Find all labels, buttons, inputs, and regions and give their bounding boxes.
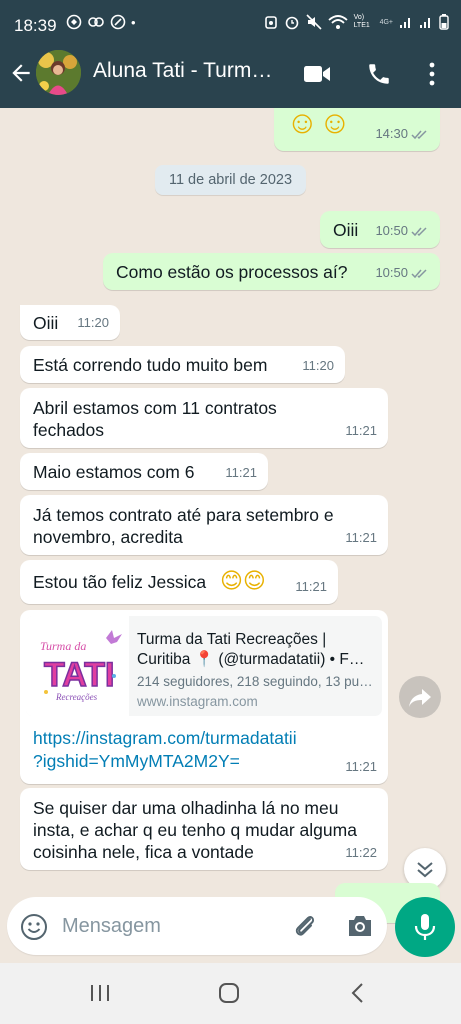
avatar-photo-icon — [36, 50, 81, 95]
time-text: 14:30 — [375, 126, 408, 141]
message-bubble-outgoing[interactable]: Como estão os processos aí? 10:50 — [103, 253, 440, 290]
message-bubble-incoming[interactable]: Está correndo tudo muito bem 11:20 — [20, 346, 345, 383]
read-ticks-icon — [411, 129, 427, 139]
microphone-icon — [414, 914, 436, 940]
app-notification-icon — [66, 14, 82, 30]
message-time: 11:21 — [345, 530, 377, 545]
back-arrow-icon[interactable] — [8, 60, 34, 86]
contact-avatar[interactable] — [36, 50, 81, 95]
more-options-icon[interactable] — [427, 61, 437, 87]
link-notification-icon — [88, 17, 104, 27]
message-bubble-incoming[interactable]: Já temos contrato até para setembro e no… — [20, 495, 388, 555]
status-notification-icons: • — [66, 14, 136, 30]
message-text-line: fechados — [33, 420, 105, 440]
message-text-line: Abril estamos com 11 contratos — [33, 398, 277, 418]
link-preview-title-line: Turma da Tati Recreações | — [137, 631, 327, 648]
signal-2-icon — [420, 18, 430, 28]
message-link-line[interactable]: https://instagram.com/turmadatatii — [33, 727, 297, 750]
camera-icon[interactable] — [346, 913, 374, 939]
message-time: 10:50 — [375, 220, 429, 242]
link-preview-thumbnail: Turma da TATI Recreações — [26, 616, 129, 716]
message-bubble-outgoing[interactable]: Oiii 10:50 — [320, 211, 440, 248]
message-text-line: novembro, acredita — [33, 527, 183, 547]
message-emoji: 😊😊 — [220, 568, 266, 593]
message-text: Oiii — [33, 313, 59, 333]
network-4g-label: 4G+ — [379, 18, 393, 26]
message-link[interactable]: https://instagram.com/turmadatatii ?igsh… — [33, 727, 297, 773]
mute-icon — [305, 14, 322, 30]
message-text: Está correndo tudo muito bem — [33, 355, 268, 375]
attach-icon[interactable] — [290, 911, 320, 941]
message-time: 11:21 — [295, 579, 327, 594]
back-nav-icon[interactable] — [350, 982, 366, 1004]
home-icon[interactable] — [218, 982, 240, 1004]
message-text-line: Se quiser dar uma olhadinha lá no meu — [33, 798, 339, 818]
network-label: Vo) LTE1 — [353, 14, 370, 29]
forward-icon — [409, 689, 431, 707]
recent-apps-icon[interactable] — [89, 983, 111, 1003]
forward-button[interactable] — [399, 676, 441, 718]
message-bubble-incoming[interactable]: Maio estamos com 6 11:21 — [20, 453, 268, 490]
message-text: Oiii — [333, 220, 359, 240]
chat-messages-area[interactable]: ☺☺ 14:30 11 de abril de 2023 Oiii 10:50 … — [0, 108, 461, 963]
message-text-line: Já temos contrato até para setembro e — [33, 505, 334, 525]
link-preview-title: Turma da Tati Recreações | Curitiba 📍 (@… — [137, 630, 377, 670]
wifi-icon — [327, 15, 348, 29]
message-input-bar[interactable]: Mensagem — [7, 897, 387, 955]
battery-icon — [439, 14, 449, 30]
link-message-bubble[interactable]: Turma da TATI Recreações Turma da Tati R… — [20, 610, 388, 784]
turma-tati-logo: Turma da TATI Recreações — [26, 616, 129, 716]
status-dot: • — [131, 14, 136, 30]
link-preview-title-line: Curitiba 📍 (@turmadatatii) • F… — [137, 651, 365, 668]
link-preview-card[interactable]: Turma da TATI Recreações Turma da Tati R… — [26, 616, 382, 716]
whatsapp-notification-icon — [110, 14, 126, 30]
system-navigation-bar — [0, 963, 461, 1024]
message-bubble-incoming[interactable]: Oiii 11:20 — [20, 305, 120, 340]
video-call-icon[interactable] — [303, 64, 331, 84]
chat-title[interactable]: Aluna Tati - Turm… — [93, 59, 272, 83]
read-ticks-icon — [411, 268, 427, 278]
status-system-icons: Vo) LTE1 4G+ — [264, 14, 449, 30]
message-input[interactable]: Mensagem — [62, 915, 161, 938]
message-bubble-incoming[interactable]: Abril estamos com 11 contratos fechados … — [20, 388, 388, 448]
emoji-icon[interactable] — [20, 913, 48, 941]
alarm-icon — [264, 16, 277, 29]
message-time: 11:20 — [302, 358, 334, 373]
message-time: 11:21 — [345, 759, 377, 774]
link-preview-domain: www.instagram.com — [137, 694, 258, 709]
signal-icon — [400, 18, 410, 28]
time-text: 10:50 — [375, 265, 408, 280]
status-time: 18:39 — [14, 16, 57, 35]
logo-text-bottom: Recreações — [55, 692, 98, 702]
logo-text-main: TATI — [44, 656, 115, 694]
message-text-line: insta, e achar q eu tenho q mudar alguma — [33, 820, 357, 840]
message-bubble-outgoing[interactable]: ☺☺ 14:30 — [274, 108, 440, 151]
message-time: 11:22 — [345, 845, 377, 860]
time-text: 10:50 — [375, 223, 408, 238]
alarm-clock-icon — [285, 16, 298, 30]
message-emoji: ☺☺ — [286, 108, 352, 140]
voice-record-button[interactable] — [395, 897, 455, 957]
date-separator: 11 de abril de 2023 — [155, 165, 306, 195]
message-text: Estou tão feliz Jessica — [33, 572, 207, 592]
message-text: Maio estamos com 6 — [33, 462, 195, 482]
link-preview-description: 214 seguidores, 218 seguindo, 13 pu… — [137, 674, 373, 689]
message-time: 11:21 — [225, 465, 257, 480]
chat-header: Aluna Tati - Turm… — [0, 40, 461, 108]
message-text-line: coisinha nele, fica a vontade — [33, 842, 254, 862]
read-ticks-icon — [411, 226, 427, 236]
message-time: 11:21 — [345, 423, 377, 438]
logo-text-top: Turma da — [40, 639, 86, 653]
message-text: Como estão os processos aí? — [116, 262, 348, 282]
message-time: 10:50 — [375, 262, 429, 284]
message-link-line[interactable]: ?igshid=YmMyMTA2M2Y= — [33, 750, 297, 773]
message-bubble-incoming[interactable]: Estou tão feliz Jessica 😊😊 11:21 — [20, 560, 338, 604]
message-time: 11:20 — [77, 315, 109, 330]
voice-call-icon[interactable] — [366, 61, 392, 87]
message-time: 14:30 — [375, 123, 429, 145]
message-bubble-incoming[interactable]: Se quiser dar uma olhadinha lá no meu in… — [20, 788, 388, 870]
